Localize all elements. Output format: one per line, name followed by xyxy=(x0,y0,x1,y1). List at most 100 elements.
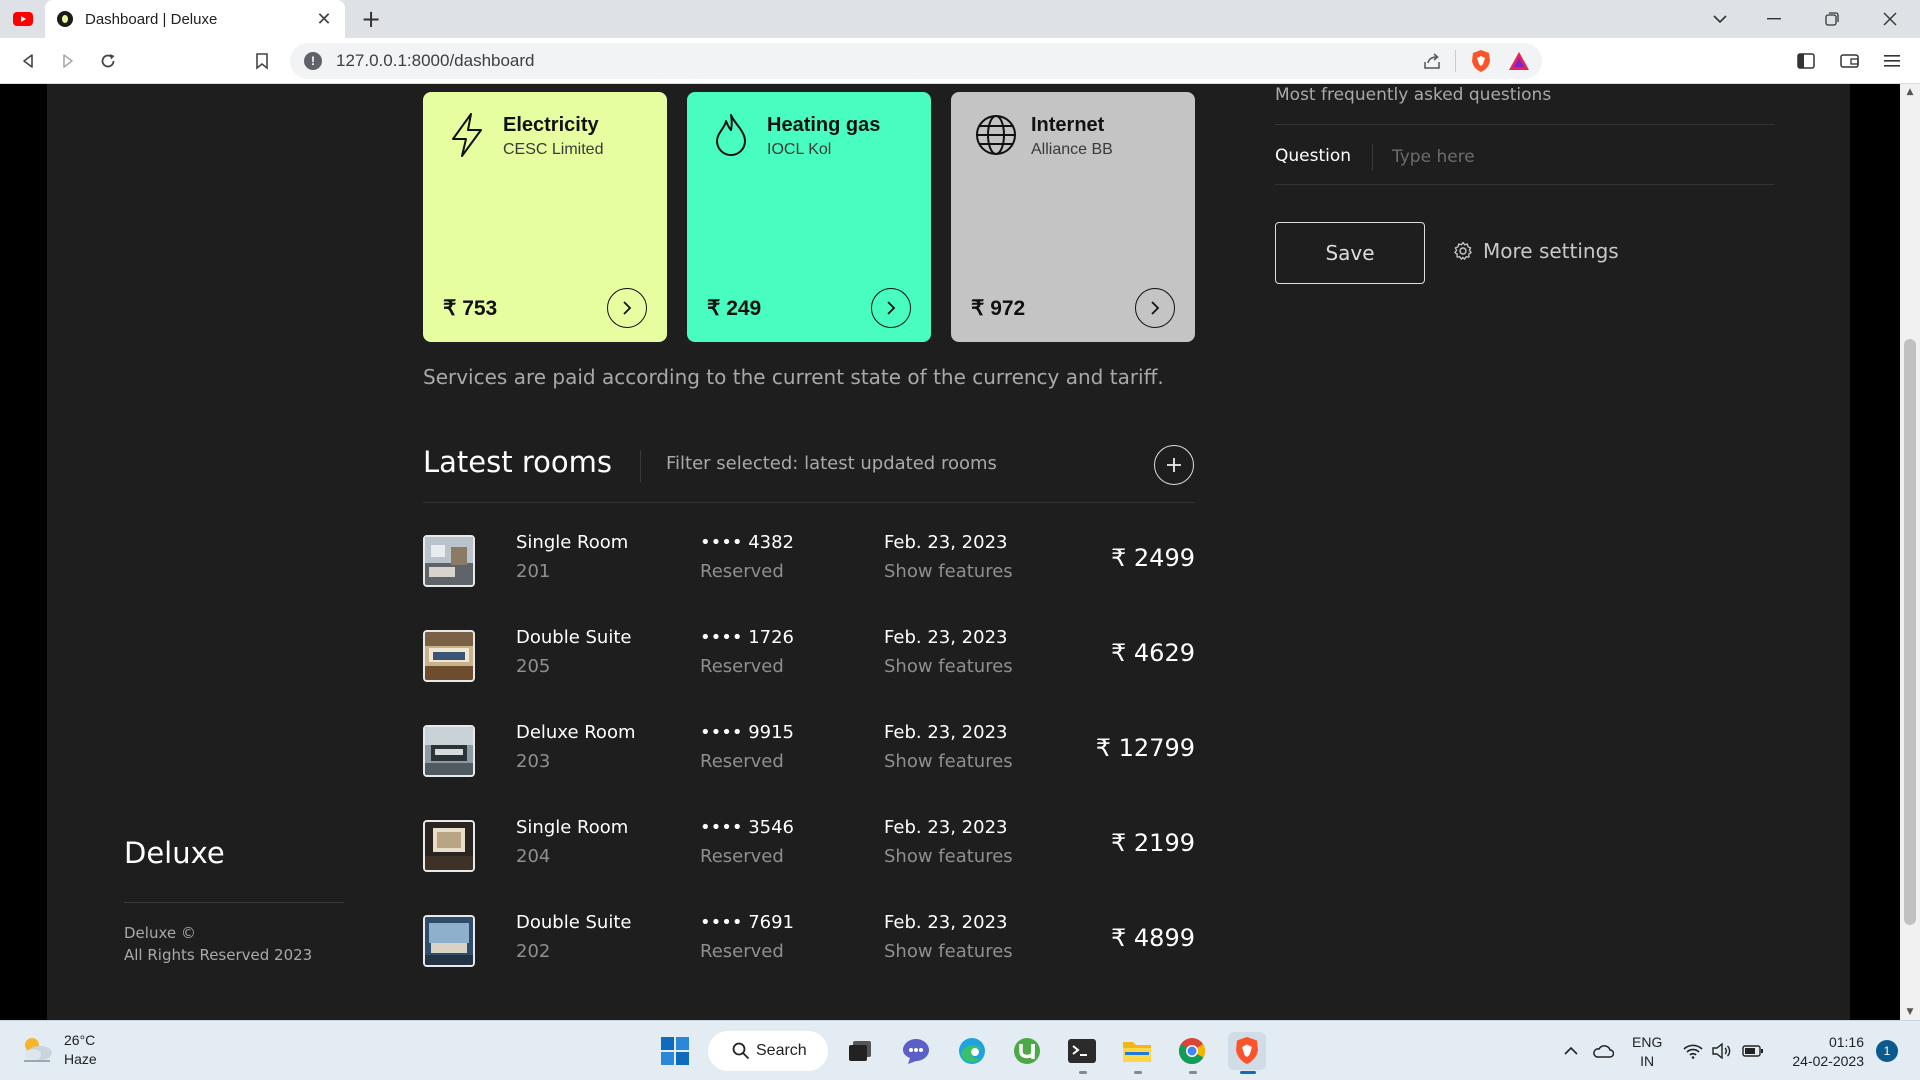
close-window-button[interactable] xyxy=(1870,0,1910,38)
scroll-down-arrow-icon[interactable]: ▼ xyxy=(1900,1004,1920,1020)
rooms-filter-text[interactable]: Filter selected: latest updated rooms xyxy=(666,453,997,474)
room-row[interactable]: Deluxe Room 203 •••• 9915 Reserved Feb. … xyxy=(423,718,1195,778)
chevron-right-icon[interactable] xyxy=(1135,288,1175,328)
show-features-link[interactable]: Show features xyxy=(884,941,1013,962)
system-clock[interactable]: 01:16 24-02-2023 xyxy=(1784,1033,1864,1071)
room-row[interactable]: Single Room 204 •••• 3546 Reserved Feb. … xyxy=(423,813,1195,873)
utorrent-icon[interactable] xyxy=(1008,1032,1046,1070)
wallet-icon[interactable] xyxy=(1836,47,1864,75)
address-bar[interactable]: ! 127.0.0.1:8000/dashboard xyxy=(290,43,1542,79)
terminal-icon[interactable] xyxy=(1063,1032,1101,1070)
room-price: ₹ 4629 xyxy=(1111,639,1195,667)
new-tab-button[interactable]: + xyxy=(358,5,384,33)
bookmark-icon[interactable] xyxy=(248,47,276,75)
faq-divider xyxy=(1275,124,1775,125)
room-date: Feb. 23, 2023 xyxy=(884,722,1008,743)
room-number: 202 xyxy=(516,941,551,962)
reload-icon[interactable] xyxy=(94,47,122,75)
add-room-button[interactable] xyxy=(1154,445,1194,485)
explorer-running-indicator xyxy=(1134,1071,1142,1074)
youtube-tab-icon[interactable] xyxy=(10,9,36,29)
tab-search-chevron-icon[interactable] xyxy=(1700,0,1740,38)
wifi-icon[interactable] xyxy=(1683,1021,1703,1080)
copyright: Deluxe © All Rights Reserved 2023 xyxy=(124,922,312,966)
room-number: 203 xyxy=(516,751,551,772)
faq-title: Most frequently asked questions xyxy=(1275,85,1552,105)
restore-button[interactable] xyxy=(1812,0,1852,38)
site-info-icon[interactable]: ! xyxy=(304,52,322,70)
room-thumbnail xyxy=(423,630,475,682)
show-features-link[interactable]: Show features xyxy=(884,656,1013,677)
chevron-right-icon[interactable] xyxy=(607,288,647,328)
page-scrollbar[interactable]: ▲ ▼ xyxy=(1900,84,1920,1020)
url-text[interactable]: 127.0.0.1:8000/dashboard xyxy=(336,51,1417,71)
service-title: Heating gas xyxy=(767,114,881,136)
weather-widget[interactable]: 26°C Haze xyxy=(20,1031,97,1069)
scroll-up-arrow-icon[interactable]: ▲ xyxy=(1900,84,1920,100)
room-thumbnail xyxy=(423,725,475,777)
service-provider: CESC Limited xyxy=(503,141,604,158)
brave-shield-icon[interactable] xyxy=(1466,46,1496,76)
room-card-number: •••• 9915 xyxy=(700,722,794,743)
room-card-number: •••• 3546 xyxy=(700,817,794,838)
scrollbar-thumb[interactable] xyxy=(1904,339,1916,925)
input-language[interactable]: ENG IN xyxy=(1632,1033,1662,1071)
notification-badge[interactable]: 1 xyxy=(1876,1040,1898,1062)
windows-start-icon[interactable] xyxy=(656,1032,694,1070)
brand-logo-text[interactable]: Deluxe xyxy=(124,836,225,870)
onedrive-cloud-icon[interactable] xyxy=(1592,1021,1614,1080)
save-button[interactable]: Save xyxy=(1275,222,1425,284)
task-view-icon[interactable] xyxy=(841,1032,879,1070)
show-features-link[interactable]: Show features xyxy=(884,561,1013,582)
tray-overflow-chevron-icon[interactable] xyxy=(1563,1021,1579,1080)
question-divider xyxy=(1372,144,1373,170)
tab-close-button[interactable]: ✕ xyxy=(313,8,335,30)
room-name: Double Suite xyxy=(516,912,632,933)
room-card-number: •••• 4382 xyxy=(700,532,794,553)
taskbar-search[interactable]: Search xyxy=(708,1031,828,1071)
room-status: Reserved xyxy=(700,941,784,962)
room-row[interactable]: Double Suite 202 •••• 7691 Reserved Feb.… xyxy=(423,908,1195,968)
room-status: Reserved xyxy=(700,751,784,772)
flame-icon xyxy=(711,112,751,158)
minimize-button[interactable] xyxy=(1754,0,1794,38)
chrome-icon[interactable] xyxy=(1173,1032,1211,1070)
gear-icon xyxy=(1454,241,1472,260)
menu-icon[interactable] xyxy=(1878,47,1906,75)
teams-chat-icon[interactable] xyxy=(897,1032,935,1070)
room-number: 205 xyxy=(516,656,551,677)
share-icon[interactable] xyxy=(1417,46,1447,76)
room-thumbnail xyxy=(423,915,475,967)
service-card-heating-gas[interactable]: Heating gas IOCL Kol ₹ 249 xyxy=(687,92,931,342)
sidebar-divider xyxy=(124,902,344,903)
brave-browser-icon[interactable] xyxy=(1228,1032,1266,1070)
service-card-internet[interactable]: Internet Alliance BB ₹ 972 xyxy=(951,92,1195,342)
weather-haze-icon xyxy=(24,1038,52,1062)
room-price: ₹ 2199 xyxy=(1111,829,1195,857)
chevron-right-icon[interactable] xyxy=(871,288,911,328)
brave-active-indicator xyxy=(1240,1071,1256,1074)
brave-rewards-icon[interactable] xyxy=(1504,46,1534,76)
file-explorer-icon[interactable] xyxy=(1118,1032,1156,1070)
volume-icon[interactable] xyxy=(1712,1021,1732,1080)
back-icon[interactable] xyxy=(14,47,42,75)
room-row[interactable]: Double Suite 205 •••• 1726 Reserved Feb.… xyxy=(423,623,1195,683)
show-features-link[interactable]: Show features xyxy=(884,846,1013,867)
battery-icon[interactable] xyxy=(1742,1021,1764,1080)
edge-browser-icon[interactable] xyxy=(953,1032,991,1070)
show-features-link[interactable]: Show features xyxy=(884,751,1013,772)
language-region: IN xyxy=(1640,1053,1655,1069)
copyright-line-2: All Rights Reserved 2023 xyxy=(124,946,313,964)
service-card-electricity[interactable]: Electricity CESC Limited ₹ 753 xyxy=(423,92,667,342)
more-settings-button[interactable]: More settings xyxy=(1453,239,1619,263)
forward-icon[interactable] xyxy=(54,47,82,75)
service-title: Electricity xyxy=(503,114,599,136)
service-title: Internet xyxy=(1031,114,1105,136)
room-price: ₹ 2499 xyxy=(1111,544,1195,572)
sidebar-toggle-icon[interactable] xyxy=(1792,47,1820,75)
active-tab[interactable]: Dashboard | Deluxe ✕ xyxy=(45,0,345,38)
more-settings-label: More settings xyxy=(1483,239,1619,263)
weather-temperature: 26°C xyxy=(64,1032,96,1048)
room-row[interactable]: Single Room 201 •••• 4382 Reserved Feb. … xyxy=(423,528,1195,588)
question-input[interactable] xyxy=(1392,142,1762,172)
